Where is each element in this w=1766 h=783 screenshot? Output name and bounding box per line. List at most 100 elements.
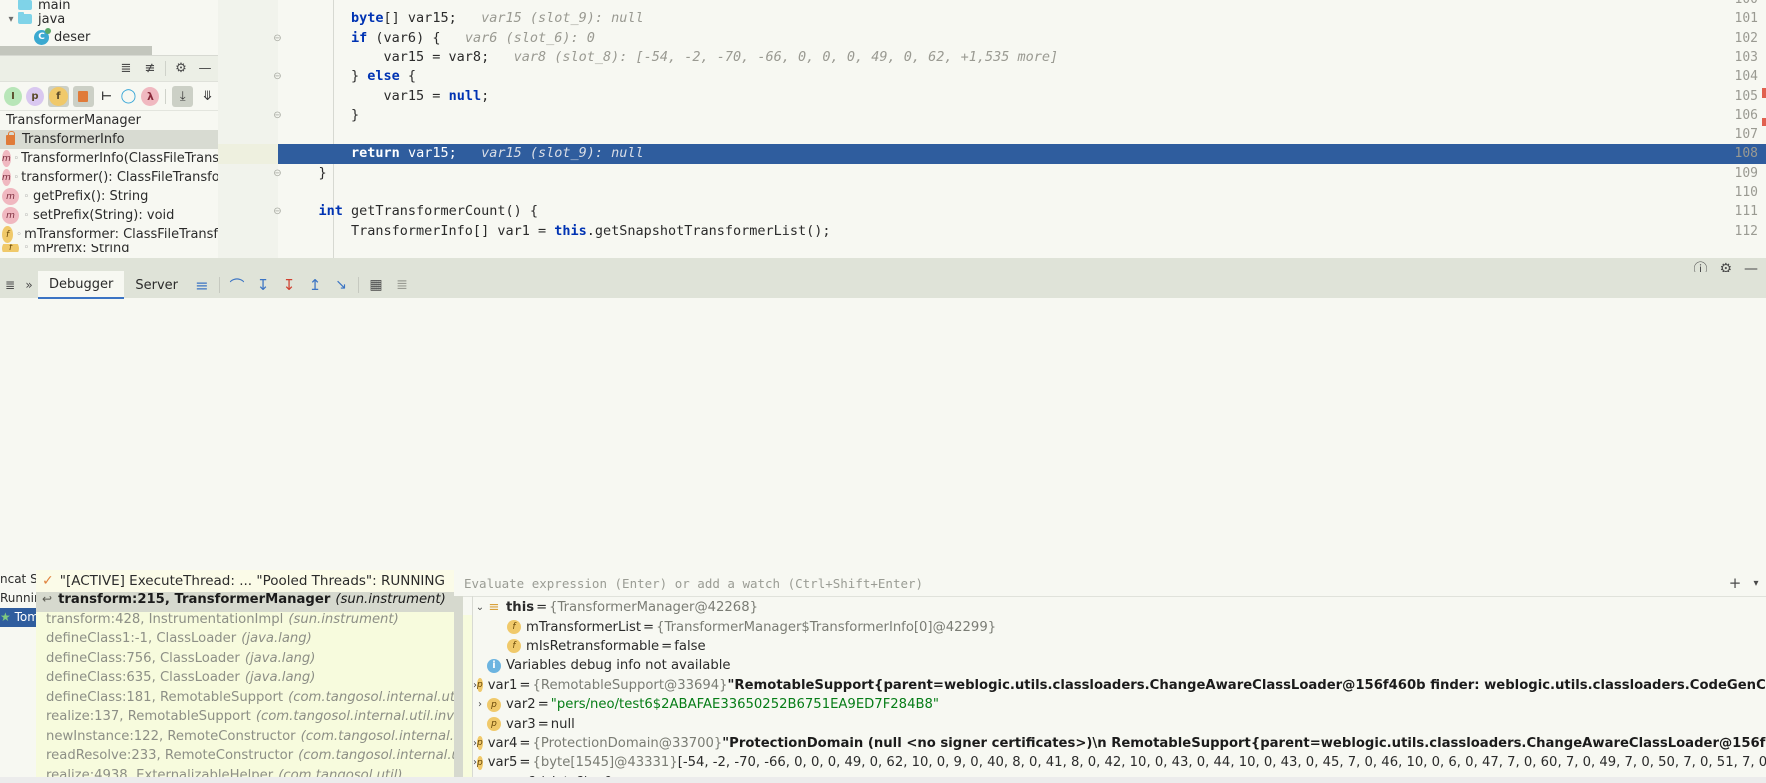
- line-number[interactable]: 102: [1706, 29, 1758, 48]
- anonymous-filter-icon[interactable]: ⊢: [98, 87, 116, 106]
- frame-row[interactable]: newInstance:122, RemoteConstructor (com.t…: [36, 729, 454, 749]
- code-line[interactable]: int getTransformerCount() {: [286, 202, 538, 221]
- chevron-right-icon[interactable]: ›: [473, 699, 487, 710]
- step-out-icon[interactable]: ↥: [302, 272, 328, 298]
- frames-list[interactable]: ↩ transform:215, TransformerManager (sun.i…: [36, 592, 454, 783]
- line-number[interactable]: 111: [1706, 202, 1758, 221]
- structure-item-transformerinfo[interactable]: TransformerInfo: [0, 130, 218, 149]
- frame-row[interactable]: defineClass:181, RemotableSupport (com.ta…: [36, 690, 454, 710]
- line-number[interactable]: 106: [1706, 106, 1758, 125]
- fold-marker-icon[interactable]: ⊖: [272, 164, 283, 183]
- tab-tomcat-server[interactable]: ncat S: [0, 570, 38, 589]
- step-into-icon[interactable]: ↧: [250, 272, 276, 298]
- frame-row[interactable]: realize:137, RemotableSupport (com.tangos…: [36, 709, 454, 729]
- frame-row[interactable]: readResolve:233, RemoteConstructor (com.t…: [36, 748, 454, 768]
- tree-scrollbar[interactable]: [0, 46, 152, 55]
- frames-panel[interactable]: ✓ "[ACTIVE] ExecuteThread: ... "Pooled T…: [36, 570, 454, 783]
- chevron-down-icon[interactable]: ▾: [4, 14, 18, 25]
- minimize-icon[interactable]: —: [196, 60, 214, 78]
- code-line[interactable]: if (var6) { var6 (slot_6): 0: [286, 29, 595, 48]
- code-line[interactable]: }: [286, 164, 327, 183]
- evaluate-expression-icon[interactable]: ▦: [363, 272, 389, 298]
- console-toggle-icon[interactable]: ≡: [189, 272, 215, 298]
- more-tabs-icon[interactable]: »: [20, 278, 38, 292]
- fields-filter-icon[interactable]: f: [47, 85, 69, 107]
- code-line[interactable]: var15 = var8; var8 (slot_8): [-54, -2, -…: [286, 48, 1059, 67]
- tree-item-java[interactable]: ▾ java: [0, 10, 218, 28]
- variable-row[interactable]: i Variables debug info not available: [473, 656, 1766, 675]
- tab-server[interactable]: Server: [124, 272, 189, 298]
- variable-row[interactable]: › p var5 = {byte[1545]@43331} [-54, -2, -7…: [473, 753, 1766, 772]
- interfaces-filter-icon[interactable]: ◯: [120, 87, 138, 106]
- line-number[interactable]: 108: [1706, 144, 1758, 163]
- tab-running[interactable]: Runnin: [0, 589, 42, 608]
- line-number[interactable]: 105: [1706, 87, 1758, 106]
- code-line[interactable]: byte[] var15; var15 (slot_9): null: [286, 9, 644, 28]
- collapse-all-icon[interactable]: ≢: [141, 60, 159, 78]
- line-number[interactable]: 109: [1706, 164, 1758, 183]
- tree-item-deser[interactable]: C deser: [0, 27, 218, 46]
- sort-alpha-icon[interactable]: ⤓: [172, 85, 194, 107]
- evaluate-expression-input[interactable]: Evaluate expression (Enter) or add a wat…: [454, 576, 1724, 591]
- thread-selector[interactable]: ✓ "[ACTIVE] ExecuteThread: ... "Pooled T…: [36, 570, 454, 592]
- run-to-cursor-icon[interactable]: ↘: [328, 272, 354, 298]
- mute-breakpoints-icon[interactable]: ≣: [389, 272, 415, 298]
- lambdas-filter-icon[interactable]: λ: [141, 86, 160, 106]
- error-stripe-mark[interactable]: [1762, 88, 1766, 98]
- variable-row[interactable]: › p var2 = "pers/neo/test6$2ABAFAE33650252…: [473, 695, 1766, 714]
- variables-list[interactable]: ⌄ ≡ this = {TransformerManager@42268} f mTr…: [473, 598, 1766, 783]
- variable-row[interactable]: ⌄ ≡ this = {TransformerManager@42268}: [473, 598, 1766, 617]
- structure-item-setprefix[interactable]: m ◦ setPrefix(String): void: [0, 206, 218, 225]
- variable-row[interactable]: p var3 = null: [473, 714, 1766, 733]
- structure-item-constructor[interactable]: m ◦ TransformerInfo(ClassFileTrans: [0, 149, 218, 168]
- fold-marker-icon[interactable]: ⊖: [272, 67, 283, 86]
- structure-item-mprefix[interactable]: f ◦ mPrefix: String: [0, 244, 218, 252]
- structure-item-transformer-method[interactable]: m ◦ transformer(): ClassFileTransfo: [0, 168, 218, 187]
- frame-row[interactable]: transform:428, InstrumentationImpl (sun.i…: [36, 612, 454, 632]
- tree-item-main[interactable]: main: [0, 0, 218, 10]
- variable-row[interactable]: f mIsRetransformable = false: [473, 637, 1766, 656]
- structure-item-transformermanager[interactable]: TransformerManager: [0, 111, 218, 130]
- evaluate-expression-bar[interactable]: Evaluate expression (Enter) or add a wat…: [454, 570, 1766, 597]
- variable-row[interactable]: › p var4 = {ProtectionDomain@33700} "Prote…: [473, 734, 1766, 753]
- frame-row[interactable]: defineClass1:-1, ClassLoader (java.lang): [36, 631, 454, 651]
- code-line[interactable]: } else {: [286, 67, 416, 86]
- line-number[interactable]: 110: [1706, 183, 1758, 202]
- code-line[interactable]: return var15; var15 (slot_9): null: [286, 144, 644, 163]
- variable-row[interactable]: › p var1 = {RemotableSupport@33694} "Remot…: [473, 676, 1766, 695]
- left-toolwindow-tabs[interactable]: ncat S Runnin ★ Tom: [0, 570, 42, 640]
- inherited-filter-icon[interactable]: I: [4, 86, 22, 106]
- frame-row[interactable]: defineClass:756, ClassLoader (java.lang): [36, 651, 454, 671]
- code-editor[interactable]: 100101 byte[] var15; var15 (slot_9): nul…: [218, 0, 1766, 258]
- tab-debugger[interactable]: Debugger: [38, 271, 125, 299]
- line-number[interactable]: 112: [1706, 222, 1758, 241]
- structure-list[interactable]: TransformerManager TransformerInfo m ◦ T…: [0, 111, 218, 252]
- frame-row[interactable]: defineClass:635, ClassLoader (java.lang): [36, 670, 454, 690]
- non-public-filter-icon[interactable]: [72, 85, 94, 107]
- collapse-icon[interactable]: ≣: [0, 278, 20, 292]
- plus-icon[interactable]: +: [1724, 574, 1746, 592]
- line-number[interactable]: 103: [1706, 48, 1758, 67]
- sort-visibility-icon[interactable]: ⤋: [197, 86, 218, 107]
- force-step-into-icon[interactable]: ↧: [276, 272, 302, 298]
- code-line[interactable]: TransformerInfo[] var1 = this.getSnapsho…: [286, 222, 831, 241]
- code-line[interactable]: }: [286, 106, 359, 125]
- structure-item-getprefix[interactable]: m ◦ getPrefix(): String: [0, 187, 218, 206]
- properties-filter-icon[interactable]: p: [25, 86, 44, 106]
- step-over-icon[interactable]: ⌒: [224, 272, 250, 298]
- drop-frame-icon[interactable]: ↩: [42, 592, 52, 606]
- line-number[interactable]: 100: [1706, 0, 1758, 9]
- variables-panel[interactable]: Evaluate expression (Enter) or add a wat…: [454, 570, 1766, 783]
- editor-gutter[interactable]: [218, 0, 278, 258]
- error-stripe-mark[interactable]: [1762, 118, 1766, 126]
- tab-tomcat[interactable]: ★ Tom: [0, 608, 39, 627]
- editor-scrollbar[interactable]: [1762, 0, 1766, 258]
- structure-item-mtransformer[interactable]: f ◦ mTransformer: ClassFileTransf: [0, 225, 218, 244]
- expand-all-icon[interactable]: ≣: [117, 60, 135, 78]
- frame-row[interactable]: ↩ transform:215, TransformerManager (sun.i…: [36, 592, 454, 612]
- fold-marker-icon[interactable]: ⊖: [272, 106, 283, 125]
- line-number[interactable]: 101: [1706, 9, 1758, 28]
- fold-marker-icon[interactable]: ⊖: [272, 29, 283, 48]
- line-number[interactable]: 107: [1706, 125, 1758, 144]
- chevron-down-icon[interactable]: ▾: [1746, 578, 1766, 589]
